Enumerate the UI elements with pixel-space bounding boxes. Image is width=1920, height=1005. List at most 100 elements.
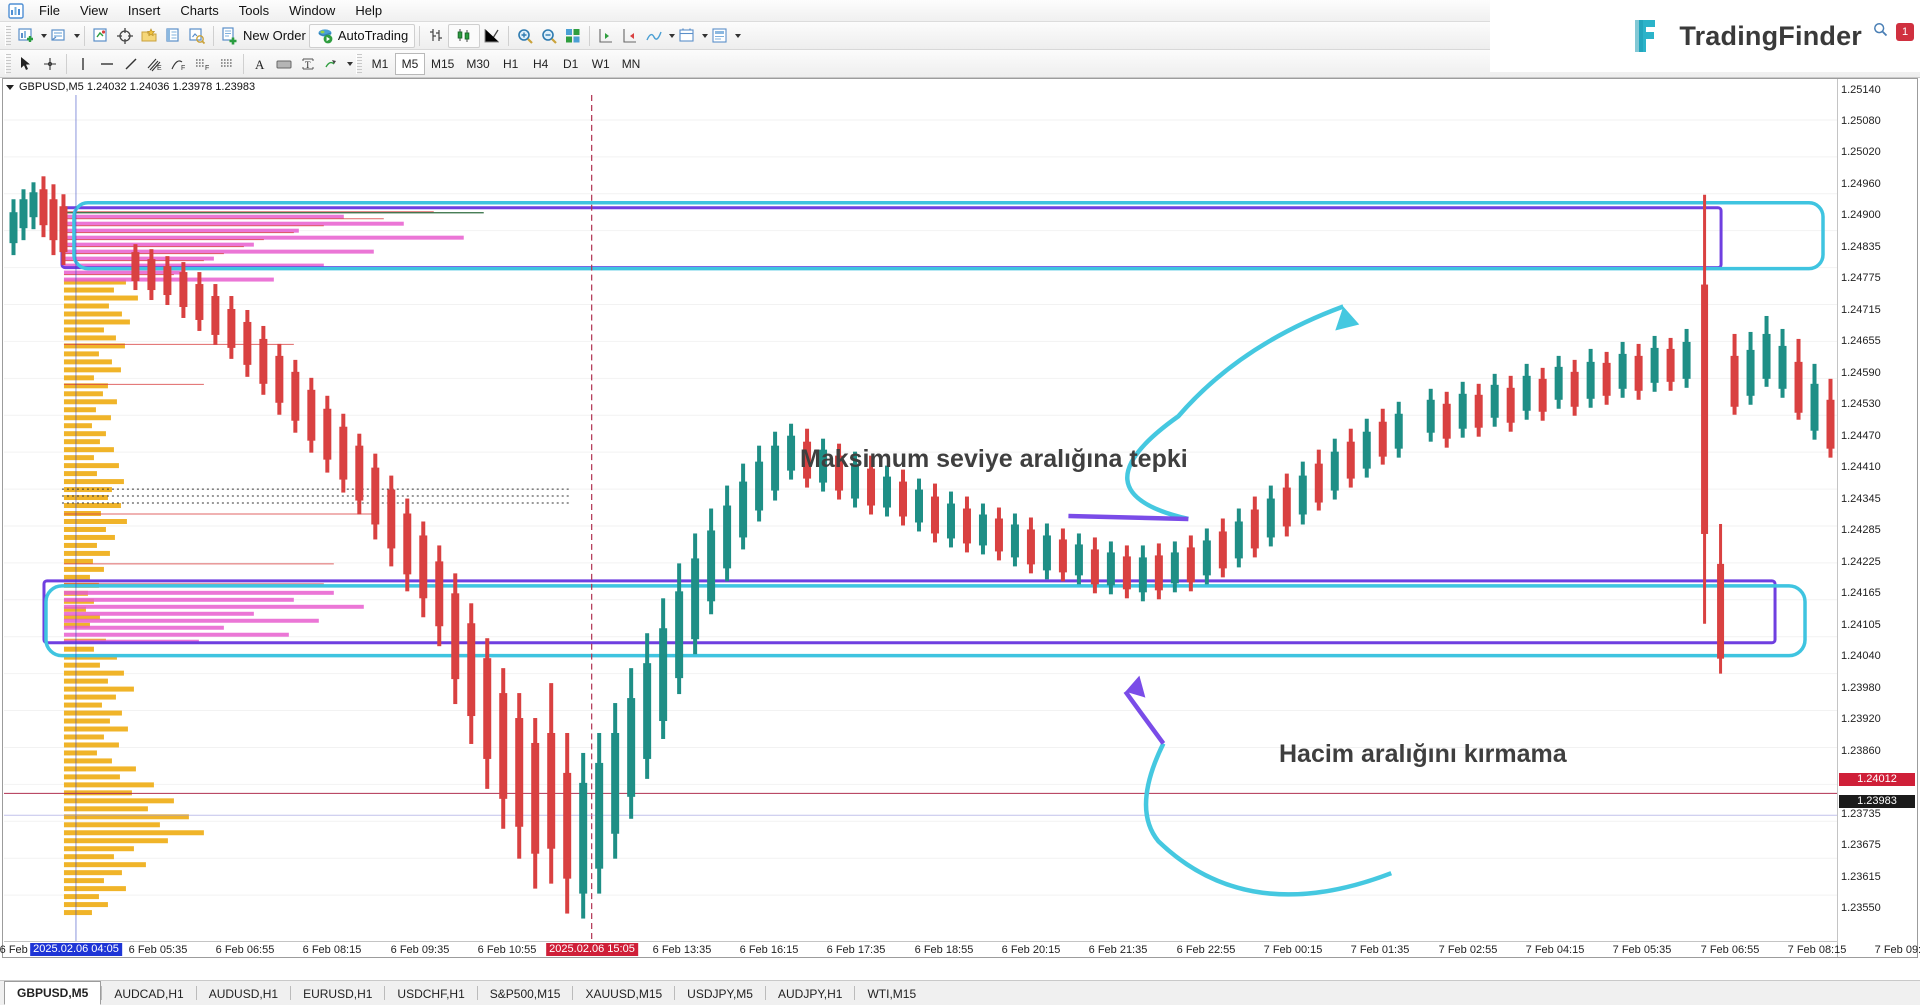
chart-tab-bar: GBPUSD,M5 AUDCAD,H1 AUDUSD,H1 EURUSD,H1 … [0, 980, 1920, 1005]
price-axis[interactable]: 1.25140 1.25080 1.25020 1.24960 1.24900 … [1837, 79, 1917, 957]
upper-annotation-arrow-tail [1068, 513, 1189, 522]
last-price-chip: 1.23983 [1839, 795, 1915, 808]
tab-audusd-h1[interactable]: AUDUSD,H1 [197, 983, 290, 1005]
timeframe-grip[interactable] [356, 53, 362, 74]
chart-menu-caret-icon[interactable] [6, 84, 14, 90]
profiles-icon[interactable] [47, 24, 71, 48]
bar-chart-icon[interactable] [424, 24, 448, 48]
candles-right [1426, 315, 1835, 458]
cursor-icon[interactable] [14, 52, 38, 76]
arrow-icon[interactable] [320, 52, 344, 76]
indicators-icon[interactable] [642, 24, 666, 48]
time-tick: 6 Feb 22:55 [1176, 944, 1236, 956]
fibonacci-grid-icon[interactable] [215, 52, 239, 76]
price-tick: 1.24530 [1841, 398, 1881, 410]
rectangle-icon[interactable] [272, 52, 296, 76]
candlestick-chart-icon[interactable] [448, 23, 481, 48]
tab-xauusd-m15[interactable]: XAUUSD,M15 [573, 983, 674, 1005]
timeframe-m30[interactable]: M30 [460, 53, 495, 75]
toolbar-separator [508, 25, 510, 46]
line-chart-icon[interactable] [480, 24, 504, 48]
tab-eurusd-h1[interactable]: EURUSD,H1 [291, 983, 384, 1005]
horizontal-line-icon[interactable] [95, 52, 119, 76]
tab-usdjpy-m5[interactable]: USDJPY,M5 [675, 983, 765, 1005]
lower-demand-zone-purple [42, 579, 1777, 645]
time-marker-chip-start: 2025.02.06 04:05 [30, 943, 122, 956]
terminal-icon[interactable] [161, 24, 185, 48]
chart-header: GBPUSD,M5 1.24032 1.24036 1.23978 1.2398… [6, 80, 255, 94]
price-tick: 1.24900 [1841, 209, 1881, 221]
arrow-dropdown-icon[interactable] [347, 61, 353, 66]
market-watch-icon[interactable] [89, 24, 113, 48]
timeframe-w1[interactable]: W1 [586, 53, 616, 75]
vertical-line-icon[interactable] [71, 52, 95, 76]
trendline-icon[interactable] [119, 52, 143, 76]
svg-text:A: A [255, 57, 265, 72]
text-icon[interactable]: A [248, 52, 272, 76]
time-tick: 7 Feb 05:35 [1612, 944, 1672, 956]
chart-shift-icon[interactable] [618, 24, 642, 48]
toolbar-grip[interactable] [5, 25, 11, 46]
price-tick: 1.24960 [1841, 178, 1881, 190]
time-tick: 7 Feb 09:35 [1874, 944, 1920, 956]
toolbar-grip[interactable] [5, 53, 11, 74]
templates-dropdown-icon[interactable] [735, 33, 742, 38]
time-tick: 7 Feb 06:55 [1700, 944, 1760, 956]
timeframe-h4[interactable]: H4 [526, 53, 556, 75]
price-tick: 1.23675 [1841, 839, 1881, 851]
tab-usdchf-h1[interactable]: USDCHF,H1 [385, 983, 476, 1005]
tab-audcad-h1[interactable]: AUDCAD,H1 [102, 983, 195, 1005]
chart-area: GBPUSD,M5 1.24032 1.24036 1.23978 1.2398… [0, 78, 1920, 980]
autotrading-button[interactable]: AutoTrading [308, 23, 416, 48]
tab-sp500-m15[interactable]: S&P500,M15 [478, 983, 573, 1005]
zoom-in-icon[interactable] [513, 24, 537, 48]
search-icon[interactable] [1873, 22, 1888, 42]
price-tick: 1.25020 [1841, 146, 1881, 158]
new-chart-icon[interactable] [14, 24, 38, 48]
candles-recovery [579, 431, 780, 919]
strategy-tester-icon[interactable] [185, 24, 209, 48]
new-order-button[interactable]: New Order [218, 24, 309, 48]
menu-view[interactable]: View [70, 1, 118, 21]
fibonacci-retracement-icon[interactable]: F [191, 52, 215, 76]
tile-windows-icon[interactable] [561, 24, 585, 48]
timeframe-mn[interactable]: MN [616, 53, 647, 75]
tab-gbpusd-m5[interactable]: GBPUSD,M5 [4, 981, 102, 1005]
menu-window[interactable]: Window [279, 1, 345, 21]
profiles-dropdown-icon[interactable] [74, 33, 80, 38]
tab-audjpy-h1[interactable]: AUDJPY,H1 [766, 983, 854, 1005]
crosshair-icon[interactable] [38, 52, 62, 76]
time-tick: 6 Feb 08:15 [302, 944, 362, 956]
templates-icon[interactable] [708, 24, 732, 48]
time-tick: 6 Feb 16:15 [739, 944, 799, 956]
timeframe-m5[interactable]: M5 [395, 52, 425, 75]
price-tick: 1.23980 [1841, 682, 1881, 694]
timeframe-d1[interactable]: D1 [556, 53, 586, 75]
tab-wti-m15[interactable]: WTI,M15 [855, 983, 928, 1005]
time-tick: 7 Feb 00:15 [1263, 944, 1323, 956]
timeframe-h1[interactable]: H1 [496, 53, 526, 75]
crosshair-target-icon[interactable] [113, 24, 137, 48]
menu-insert[interactable]: Insert [118, 1, 171, 21]
fibonacci-fan-icon[interactable]: F [167, 52, 191, 76]
time-tick: 6 Feb 21:35 [1088, 944, 1148, 956]
menu-charts[interactable]: Charts [170, 1, 228, 21]
notification-badge[interactable]: 1 [1896, 23, 1914, 41]
time-axis[interactable]: 6 Feb 04:15 6 Feb 05:35 6 Feb 06:55 6 Fe… [0, 941, 1920, 957]
periods-icon[interactable] [675, 24, 699, 48]
menu-file[interactable]: File [29, 1, 70, 21]
value-area-lines [61, 488, 569, 504]
text-label-icon[interactable]: T [296, 52, 320, 76]
menu-help[interactable]: Help [345, 1, 392, 21]
auto-scroll-icon[interactable] [594, 24, 618, 48]
time-tick: 7 Feb 01:35 [1350, 944, 1410, 956]
timeframe-m15[interactable]: M15 [425, 53, 460, 75]
time-tick: 6 Feb 06:55 [215, 944, 275, 956]
price-tick: 1.25140 [1841, 84, 1881, 96]
chart-plot[interactable]: Maksimum seviye aralığına tepki Hacim ar… [4, 95, 1837, 941]
zoom-out-icon[interactable] [537, 24, 561, 48]
timeframe-m1[interactable]: M1 [365, 53, 395, 75]
navigator-icon[interactable] [137, 24, 161, 48]
menu-tools[interactable]: Tools [229, 1, 279, 21]
equidistant-channel-icon[interactable]: E [143, 52, 167, 76]
